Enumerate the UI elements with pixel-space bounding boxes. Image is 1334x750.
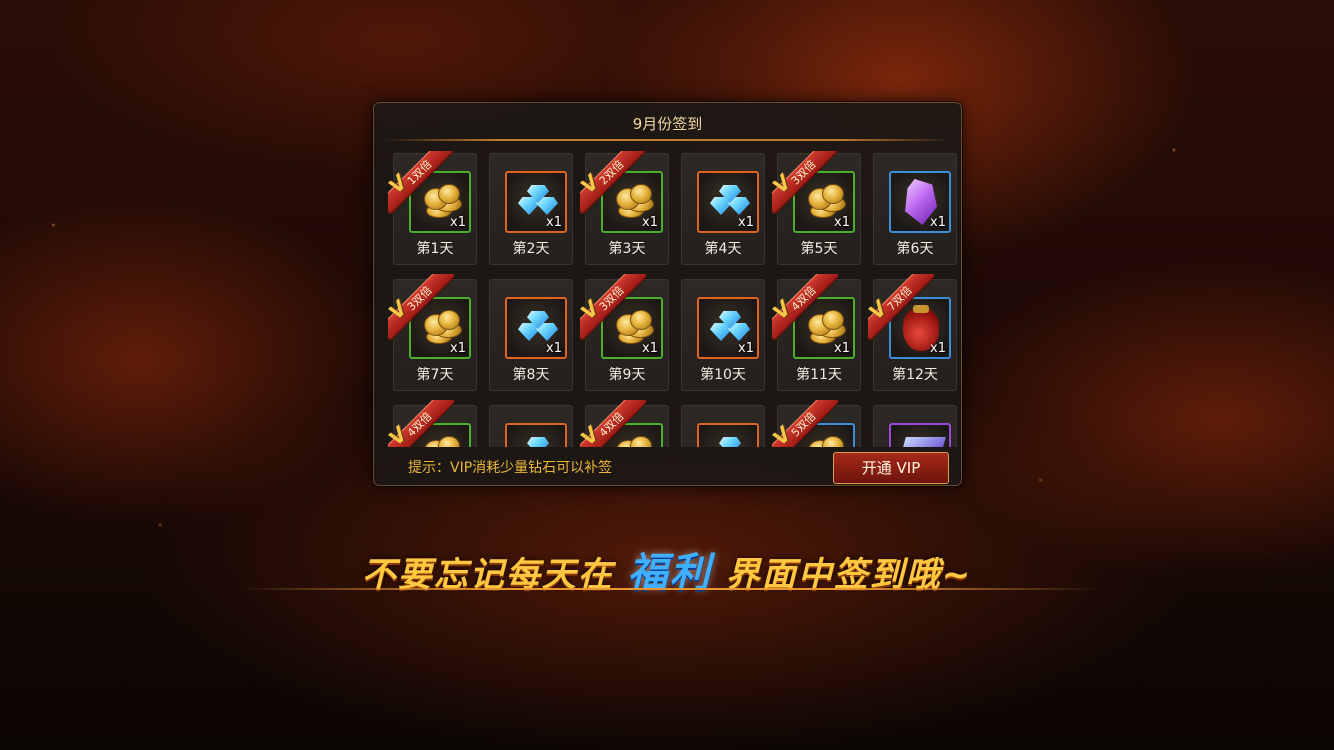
day-cell[interactable]: x1 第2天 [489, 153, 573, 265]
reward-icon-box: x1 [601, 297, 663, 359]
open-vip-button[interactable]: 开通 VIP [833, 452, 949, 484]
gold-coins-icon [804, 434, 848, 447]
day-label: 第1天 [416, 241, 454, 257]
reward-quantity: x1 [546, 215, 562, 230]
blue-scroll-icon [896, 437, 946, 447]
reward-quantity: x1 [450, 215, 466, 230]
reward-icon-box: x1 [409, 171, 471, 233]
panel-title: 9月份签到 [632, 115, 703, 133]
reward-quantity: x1 [738, 215, 754, 230]
day-cell[interactable]: x1 第9天 3双倍 V [580, 274, 669, 391]
day-cell[interactable]: x1 第6天 [873, 153, 957, 265]
reward-icon-box: x1 [505, 297, 567, 359]
day-cell[interactable]: x1 第1天 1双倍 V [388, 151, 477, 265]
day-label: 第2天 [512, 241, 550, 257]
reward-icon-box: x1 [697, 297, 759, 359]
vip-hint-text: 提示：VIP消耗少量钻石可以补签 [408, 460, 613, 476]
reward-icon-box: x1 [889, 171, 951, 233]
reward-icon-box [793, 423, 855, 447]
reward-quantity: x1 [546, 341, 562, 356]
reward-icon-box [889, 423, 951, 447]
day-cell[interactable] [489, 405, 573, 447]
day-label: 第3天 [608, 241, 646, 257]
title-divider [384, 139, 951, 141]
day-cell[interactable]: 4双倍 V [580, 400, 669, 447]
reward-quantity: x1 [834, 341, 850, 356]
day-cell[interactable]: x1 第7天 3双倍 V [388, 274, 477, 391]
reward-quantity: x1 [738, 341, 754, 356]
day-cell[interactable]: x1 第10天 [681, 279, 765, 391]
day-label: 第12天 [892, 367, 938, 383]
day-label: 第5天 [800, 241, 838, 257]
reward-quantity: x1 [834, 215, 850, 230]
reward-icon-box: x1 [505, 171, 567, 233]
day-cell[interactable]: x1 第4天 [681, 153, 765, 265]
day-label: 第10天 [700, 367, 746, 383]
day-cell[interactable] [681, 405, 765, 447]
day-label: 第9天 [608, 367, 646, 383]
day-cell[interactable]: 5双倍 V [772, 400, 861, 447]
blue-diamond-icon [706, 433, 754, 447]
reward-icon-box [409, 423, 471, 447]
day-cell[interactable] [873, 405, 957, 447]
banner-underline [240, 588, 1100, 590]
day-label: 第8天 [512, 367, 550, 383]
day-cell[interactable]: x1 第12天 7双倍 V [868, 274, 957, 391]
reward-icon-box: x1 [409, 297, 471, 359]
day-cell[interactable]: 4双倍 V [388, 400, 477, 447]
blue-diamond-icon [514, 433, 562, 447]
day-label: 第7天 [416, 367, 454, 383]
reward-icon-box [601, 423, 663, 447]
reward-icon-box: x1 [697, 171, 759, 233]
reward-quantity: x1 [930, 341, 946, 356]
signin-panel: 9月份签到 x1 第1天 1双倍 Vx1 第2天 x1 第3天 2双倍 Vx1 第4天 x1 第5天 3… [373, 102, 962, 486]
day-grid[interactable]: x1 第1天 1双倍 Vx1 第2天 x1 第3天 2双倍 Vx1 第4天 x1 第5天 3双倍 Vx1 第… [374, 151, 963, 447]
reward-icon-box: x1 [793, 171, 855, 233]
reward-icon-box: x1 [889, 297, 951, 359]
reward-quantity: x1 [642, 341, 658, 356]
day-label: 第4天 [704, 241, 742, 257]
day-cell[interactable]: x1 第3天 2双倍 V [580, 151, 669, 265]
reward-quantity: x1 [930, 215, 946, 230]
reward-icon-box [697, 423, 759, 447]
reward-icon-box: x1 [601, 171, 663, 233]
day-cell[interactable]: x1 第11天 4双倍 V [772, 274, 861, 391]
reward-icon-box [505, 423, 567, 447]
day-cell[interactable]: x1 第8天 [489, 279, 573, 391]
gold-coins-icon [420, 434, 464, 447]
day-label: 第6天 [896, 241, 934, 257]
reward-quantity: x1 [642, 215, 658, 230]
reward-icon-box: x1 [793, 297, 855, 359]
reward-quantity: x1 [450, 341, 466, 356]
gold-coins-icon [612, 434, 656, 447]
day-cell[interactable]: x1 第5天 3双倍 V [772, 151, 861, 265]
day-label: 第11天 [796, 367, 842, 383]
